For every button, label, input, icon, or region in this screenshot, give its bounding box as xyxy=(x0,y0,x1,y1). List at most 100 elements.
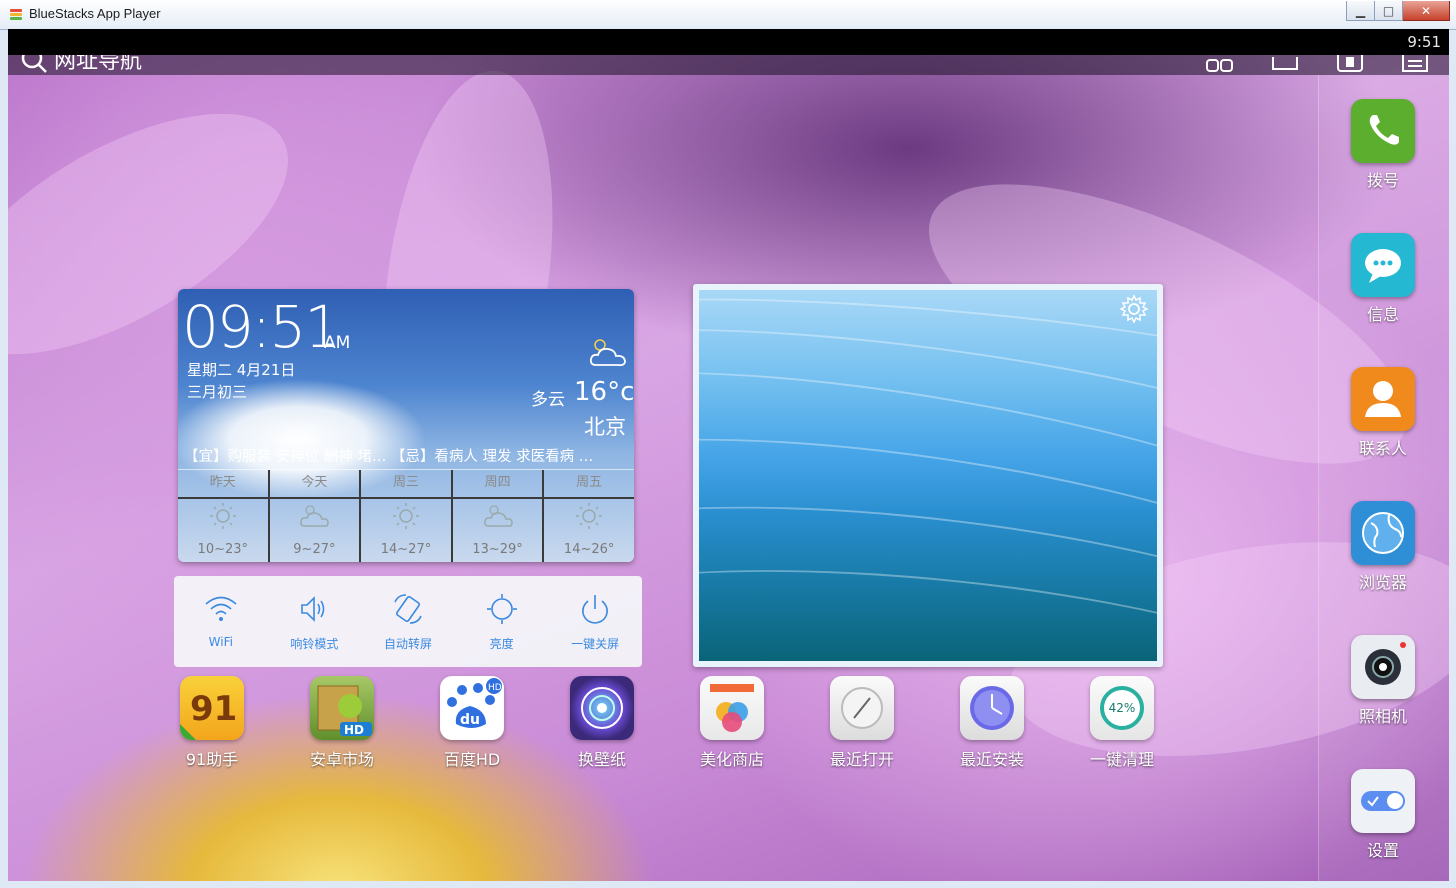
partly-cloudy-icon xyxy=(589,339,626,367)
forecast-temp: 10~23° xyxy=(197,542,249,557)
app-91-assistant[interactable]: 91 91助手 xyxy=(172,676,252,770)
toggle-label: 响铃模式 xyxy=(290,637,339,651)
app-label: 安卓市场 xyxy=(309,750,374,769)
globe-icon xyxy=(1351,501,1415,565)
widget-time: 09:51 xyxy=(182,293,341,361)
forecast-temp: 14~27° xyxy=(380,542,432,557)
forecast-day-label: 昨天 xyxy=(178,470,268,499)
forecast-day-label: 周三 xyxy=(361,470,451,499)
app-theme-store[interactable]: 美化商店 xyxy=(692,676,772,770)
forecast-row: 昨天 10~23° 今天 9~27° 周三 14~27° 周四 13~29° 周五 14~26° xyxy=(178,469,634,562)
toggle-wifi[interactable]: WiFi xyxy=(174,576,268,667)
forecast-day: 昨天 10~23° xyxy=(178,470,270,562)
cloud-icon xyxy=(482,502,514,530)
top-toolbar: 网址导航 xyxy=(8,55,1449,75)
dock-phone[interactable]: 拨号 xyxy=(1351,99,1415,191)
wifi-icon xyxy=(203,592,239,626)
app-label: 换壁纸 xyxy=(577,750,626,769)
camera-icon xyxy=(1351,635,1415,699)
toggle-power[interactable]: 一键关屏 xyxy=(548,576,642,667)
web-navigation-link[interactable]: 网址导航 xyxy=(54,55,142,75)
svg-text:du: du xyxy=(460,712,480,728)
status-clock: 9:51 xyxy=(1407,33,1441,51)
bluestacks-window: BlueStacks App Player ▁ □ ✕ 9:51 网址导航 09… xyxy=(0,0,1456,888)
baidu-hd-icon: du HD xyxy=(440,676,504,740)
forecast-day: 周三 14~27° xyxy=(361,470,453,562)
status-bar: 9:51 xyxy=(8,29,1449,55)
app-shortcuts: 91 91助手 HD 安卓市场 du HD 百度HD 换壁纸 美化商店 最近打开 最近安装 42% 一键… xyxy=(180,676,1170,776)
app-android-market[interactable]: HD 安卓市场 xyxy=(302,676,382,770)
compass-icon xyxy=(830,676,894,740)
dock-label: 浏览器 xyxy=(1358,573,1407,592)
dock-contact[interactable]: 联系人 xyxy=(1351,367,1415,459)
widget-date: 星期二 4月21日 xyxy=(187,361,296,379)
toggle-label: 亮度 xyxy=(489,637,514,651)
toggle-speaker[interactable]: 响铃模式 xyxy=(268,576,362,667)
share-icon[interactable] xyxy=(1336,55,1364,73)
dock-label: 照相机 xyxy=(1358,707,1407,726)
sun-icon xyxy=(207,502,239,530)
app-label: 最近打开 xyxy=(829,750,894,769)
forecast-day-label: 周五 xyxy=(544,470,634,499)
toggle-rotate[interactable]: 自动转屏 xyxy=(361,576,455,667)
app-baidu-hd[interactable]: du HD 百度HD xyxy=(432,676,512,770)
app-wallpaper[interactable]: 换壁纸 xyxy=(562,676,642,770)
screenshot-icon[interactable] xyxy=(1271,55,1299,73)
minimize-button[interactable]: ▁ xyxy=(1346,1,1375,21)
forecast-day-label: 周四 xyxy=(452,470,543,499)
sun-icon xyxy=(390,502,422,530)
dock-toggle[interactable]: 设置 xyxy=(1351,769,1415,861)
search-icon[interactable] xyxy=(18,55,48,75)
menu-list-icon[interactable] xyxy=(1401,55,1429,73)
android-home-screen: 9:51 网址导航 09:51 AM 星期二 4月21日 三月初三 多云 16°… xyxy=(8,29,1449,881)
toggle-label: 一键关屏 xyxy=(571,637,620,651)
android-market-icon: HD xyxy=(310,676,374,740)
toggle-icon xyxy=(1351,769,1415,833)
svg-text:HD: HD xyxy=(344,723,364,737)
phone-icon xyxy=(1351,99,1415,163)
toggle-brightness[interactable]: 亮度 xyxy=(455,576,549,667)
toggle-label: WiFi xyxy=(208,635,233,649)
brightness-icon xyxy=(484,592,520,626)
weather-city: 北京 xyxy=(584,415,626,439)
photo-image xyxy=(699,290,1157,661)
91-assistant-icon: 91 xyxy=(180,676,244,740)
forecast-temp: 9~27° xyxy=(293,542,336,557)
dock-camera[interactable]: 照相机 xyxy=(1351,635,1415,727)
app-cleaner[interactable]: 42% 一键清理 xyxy=(1082,676,1162,770)
wallpaper-icon xyxy=(570,676,634,740)
multi-window-icon[interactable] xyxy=(1206,55,1234,73)
clock-icon xyxy=(960,676,1024,740)
app-label: 91助手 xyxy=(185,750,239,769)
app-compass[interactable]: 最近打开 xyxy=(822,676,902,770)
bluestacks-logo-icon xyxy=(10,9,22,20)
dock-message[interactable]: 信息 xyxy=(1351,233,1415,325)
power-icon xyxy=(577,592,613,626)
app-label: 一键清理 xyxy=(1089,750,1154,769)
maximize-button[interactable]: □ xyxy=(1375,1,1403,21)
title-bar: BlueStacks App Player ▁ □ ✕ xyxy=(0,0,1456,30)
dock-globe[interactable]: 浏览器 xyxy=(1351,501,1415,593)
weather-clock-widget[interactable]: 09:51 AM 星期二 4月21日 三月初三 多云 16°c 北京 【宜】购服… xyxy=(178,289,634,562)
photo-frame-widget[interactable] xyxy=(693,284,1163,667)
app-label: 美化商店 xyxy=(699,750,764,769)
svg-text:91: 91 xyxy=(190,689,237,729)
forecast-day-label: 今天 xyxy=(269,470,360,499)
toggle-label: 自动转屏 xyxy=(383,637,432,651)
dock-label: 拨号 xyxy=(1366,171,1399,190)
message-icon xyxy=(1351,233,1415,297)
almanac-text: 【宜】购服装 安神位 酬神 堵… 【忌】看病人 理发 求医看病 … xyxy=(184,449,594,465)
widget-lunar-date: 三月初三 xyxy=(187,383,248,401)
widget-ampm: AM xyxy=(324,333,351,353)
cleaner-icon: 42% xyxy=(1090,676,1154,740)
app-label: 百度HD xyxy=(443,750,501,769)
dock-label: 设置 xyxy=(1366,841,1399,860)
forecast-temp: 14~26° xyxy=(563,542,615,557)
rotate-icon xyxy=(390,592,426,626)
app-clock[interactable]: 最近安装 xyxy=(952,676,1032,770)
speaker-icon xyxy=(296,592,332,626)
theme-store-icon xyxy=(700,676,764,740)
gear-icon[interactable] xyxy=(1119,294,1149,324)
close-button[interactable]: ✕ xyxy=(1403,1,1450,21)
forecast-day: 周五 14~26° xyxy=(544,470,634,562)
